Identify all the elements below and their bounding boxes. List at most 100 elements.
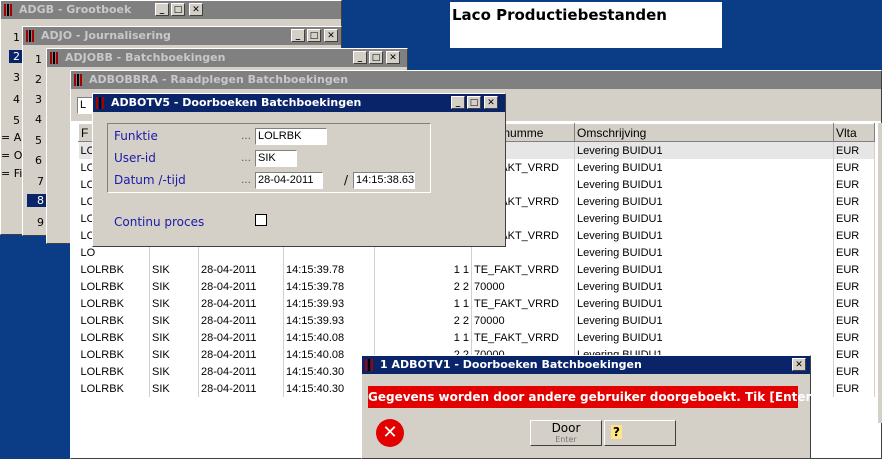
table-cell: 28-04-2011 (198, 278, 284, 295)
menu-item[interactable]: 2 (35, 73, 42, 86)
table-cell: LOLRBK (78, 363, 150, 380)
column-header[interactable]: Omschrijving (574, 123, 834, 142)
maximize-button[interactable]: □ (307, 29, 321, 42)
table-row[interactable]: LOLRBK SIK 28-04-2011 14:15:39.93 2 2 70000 Le… (78, 312, 875, 329)
app-logo-icon (74, 74, 86, 86)
maximize-button[interactable]: □ (369, 51, 383, 64)
window-doorboeken-titlebar[interactable]: ADBOTV5 - Doorboeken Batchboekingen _ □ … (93, 94, 505, 112)
minimize-button[interactable]: _ (291, 29, 305, 42)
table-cell: 28-04-2011 (198, 380, 284, 397)
table-cell: TE_FAKT_VRRD (471, 329, 575, 346)
window-grootboek-titlebar[interactable]: ADGB - Grootboek _ □ ✕ (1, 1, 341, 19)
close-button[interactable]: ✕ (324, 29, 338, 42)
window-journalisering-title: ADJO - Journalisering (41, 29, 171, 42)
menu-item[interactable]: 5 (13, 114, 20, 127)
table-cell: 1 1 (374, 295, 472, 312)
app-logo-icon (26, 30, 38, 42)
table-cell: Levering BUIDU1 (574, 261, 834, 278)
window-doorboeken-title: ADBOTV5 - Doorboeken Batchboekingen (111, 96, 362, 109)
menu-item[interactable]: = A (1, 131, 21, 144)
table-cell: 1 1 (374, 329, 472, 346)
error-dialog[interactable]: 1 ADBOTV1 - Doorboeken Batchboekingen ✕ … (361, 355, 817, 459)
table-cell: SIK (149, 346, 199, 363)
menu-item[interactable]: 1 (13, 31, 20, 44)
menu-item[interactable]: 5 (35, 134, 42, 147)
table-scroll-edge[interactable] (878, 123, 882, 423)
userid-label: User-id (114, 151, 156, 165)
table-cell: LOLRBK (78, 329, 150, 346)
window-batchboekingen-titlebar[interactable]: ADJOBB - Batchboekingen _ □ ✕ (47, 49, 407, 67)
table-cell: 2 2 (374, 278, 472, 295)
table-cell: EUR (833, 159, 875, 176)
table-cell: SIK (149, 278, 199, 295)
table-cell: Levering BUIDU1 (574, 159, 834, 176)
menu-item[interactable]: 3 (35, 93, 42, 106)
table-cell: Levering BUIDU1 (574, 244, 834, 261)
window-grootboek-title: ADGB - Grootboek (19, 3, 132, 16)
table-row[interactable]: LOLRBK SIK 28-04-2011 14:15:39.78 1 1 TE_FAKT… (78, 261, 875, 278)
table-cell: EUR (833, 176, 875, 193)
menu-item[interactable]: 6 (35, 154, 42, 167)
minimize-button[interactable]: _ (353, 51, 367, 64)
table-cell: 28-04-2011 (198, 329, 284, 346)
app-logo-icon (365, 359, 377, 371)
minimize-button[interactable]: _ (155, 3, 169, 16)
door-button[interactable]: Door Enter (530, 420, 602, 446)
table-cell: EUR (833, 261, 875, 278)
table-cell: 14:15:39.78 (283, 278, 375, 295)
userid-field[interactable]: SIK (255, 150, 297, 167)
window-doorboeken[interactable]: ADBOTV5 - Doorboeken Batchboekingen _ □ … (92, 93, 506, 247)
app-banner: Laco Productiebestanden (450, 2, 722, 48)
table-cell: LOLRBK (78, 295, 150, 312)
functie-field[interactable]: LOLRBK (255, 128, 327, 145)
door-button-label: Door (551, 421, 581, 435)
table-cell: EUR (833, 380, 875, 397)
userid-dots: … (241, 153, 251, 164)
table-cell: 14:15:39.78 (283, 261, 375, 278)
table-cell: SIK (149, 312, 199, 329)
close-button[interactable]: ✕ (792, 358, 806, 371)
tijd-field[interactable]: 14:15:38.63 (353, 172, 415, 189)
window-raadplegen-titlebar[interactable]: ADBOBBRA - Raadplegen Batchboekingen (71, 71, 881, 89)
table-cell: Levering BUIDU1 (574, 176, 834, 193)
close-button[interactable]: ✕ (484, 96, 498, 109)
table-cell: 70000 (471, 278, 575, 295)
table-cell: 28-04-2011 (198, 295, 284, 312)
table-cell: SIK (149, 329, 199, 346)
table-cell: LOLRBK (78, 278, 150, 295)
menu-item[interactable]: 1 (35, 53, 42, 66)
table-cell: SIK (149, 295, 199, 312)
table-row[interactable]: LOLRBK SIK 28-04-2011 14:15:39.93 1 1 TE_FAKT… (78, 295, 875, 312)
table-cell: EUR (833, 363, 875, 380)
continu-proces-checkbox[interactable] (255, 214, 267, 226)
error-dialog-titlebar[interactable]: 1 ADBOTV1 - Doorboeken Batchboekingen ✕ (362, 356, 810, 374)
column-header[interactable]: Vlta (833, 123, 875, 142)
table-cell: EUR (833, 295, 875, 312)
table-cell: Levering BUIDU1 (574, 193, 834, 210)
table-cell: LOLRBK (78, 380, 150, 397)
menu-item[interactable]: 4 (35, 113, 42, 126)
table-row[interactable]: LOLRBK SIK 28-04-2011 14:15:40.08 1 1 TE_FAKT… (78, 329, 875, 346)
table-row[interactable]: LOLRBK SIK 28-04-2011 14:15:39.78 2 2 70000 Le… (78, 278, 875, 295)
table-cell: EUR (833, 244, 875, 261)
window-journalisering-titlebar[interactable]: ADJO - Journalisering _ □ ✕ (23, 27, 341, 45)
error-icon: ✕ (376, 419, 404, 447)
table-cell: Levering BUIDU1 (574, 329, 834, 346)
minimize-button[interactable]: _ (451, 96, 465, 109)
menu-item[interactable]: 4 (13, 93, 20, 106)
table-cell: Levering BUIDU1 (574, 312, 834, 329)
datum-field[interactable]: 28-04-2011 (255, 172, 323, 189)
table-cell: LOLRBK (78, 261, 150, 278)
menu-item[interactable]: 3 (13, 71, 20, 84)
help-button[interactable]: ? (604, 420, 676, 446)
table-cell: Levering BUIDU1 (574, 227, 834, 244)
table-cell: Levering BUIDU1 (574, 210, 834, 227)
menu-item[interactable]: = Fi (1, 167, 22, 180)
close-button[interactable]: ✕ (386, 51, 400, 64)
maximize-button[interactable]: □ (171, 3, 185, 16)
table-cell: 2 2 (374, 312, 472, 329)
table-cell: LOLRBK (78, 312, 150, 329)
close-button[interactable]: ✕ (189, 3, 203, 16)
table-cell: 14:15:39.93 (283, 295, 375, 312)
maximize-button[interactable]: □ (467, 96, 481, 109)
